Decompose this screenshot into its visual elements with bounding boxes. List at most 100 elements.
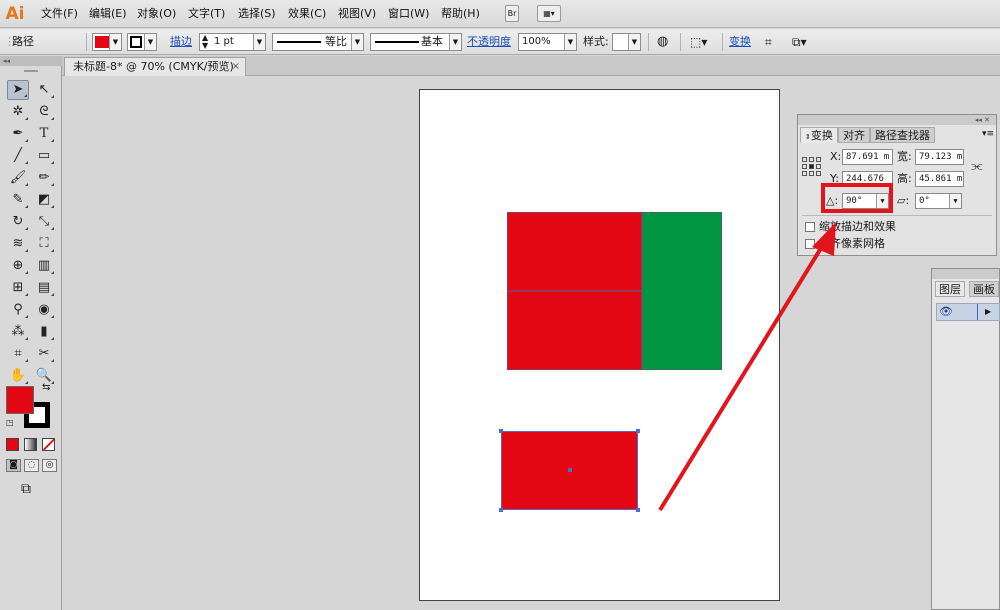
menu-type[interactable]: 文字(T)	[188, 6, 225, 22]
perspective-grid-tool-icon[interactable]: ▥	[33, 256, 55, 276]
artboard-tool-icon[interactable]: ⌗	[7, 344, 29, 364]
align-pixel-grid-checkbox[interactable]	[805, 239, 815, 249]
menu-view[interactable]: 视图(V)	[338, 6, 376, 22]
eraser-tool-icon[interactable]: ◩	[33, 190, 55, 210]
tab-layers[interactable]: 图层	[935, 281, 965, 297]
stroke-color-dropdown[interactable]: ▼	[127, 33, 157, 51]
none-mode-icon[interactable]	[42, 438, 56, 451]
selection-tool-icon[interactable]: ➤	[7, 80, 29, 100]
layer-row[interactable]: 👁 ▶	[936, 303, 1000, 321]
stroke-panel-link[interactable]: 描边	[170, 33, 192, 51]
isolate-icon[interactable]: ⌗	[765, 33, 772, 51]
eyedropper-tool-icon[interactable]: ⚲	[7, 300, 29, 320]
column-graph-tool-icon[interactable]: ▮	[33, 322, 55, 342]
graphic-style-dropdown[interactable]: ▼	[612, 33, 641, 51]
type-tool-icon[interactable]: T	[33, 124, 55, 144]
mesh-tool-icon[interactable]: ⊞	[7, 278, 29, 298]
free-transform-tool-icon[interactable]: ⛶	[33, 234, 55, 254]
panel-menu-icon[interactable]: ▾≡	[982, 126, 994, 142]
brush-definition-dropdown[interactable]: 基本 ▼	[370, 33, 462, 51]
gradient-tool-icon[interactable]: ▤	[33, 278, 55, 298]
paintbrush-tool-icon[interactable]: 🖌	[7, 168, 29, 188]
lasso-tool-icon[interactable]: ᘓ	[33, 102, 55, 122]
shape-builder-tool-icon[interactable]: ⊕	[7, 256, 29, 276]
menu-help[interactable]: 帮助(H)	[441, 6, 480, 22]
screen-mode-icon[interactable]: ⧉	[21, 481, 31, 497]
color-mode-icon[interactable]	[6, 438, 19, 451]
tab-artboards[interactable]: 画板	[969, 281, 999, 297]
chevron-down-icon: ▼	[449, 34, 461, 50]
eye-icon[interactable]: 👁	[939, 304, 953, 320]
chevron-down-icon: ▼	[628, 34, 640, 50]
expand-arrow-icon[interactable]: ▶	[985, 304, 991, 320]
scale-strokes-label: 缩放描边和效果	[819, 220, 896, 233]
rotate-tool-icon[interactable]: ↻	[7, 212, 29, 232]
fill-color-box[interactable]	[6, 386, 34, 414]
swap-fill-stroke-icon[interactable]: ⇆	[42, 382, 50, 393]
close-icon[interactable]: ×	[232, 58, 240, 75]
height-field[interactable]: 45.861 m	[915, 171, 964, 187]
tab-transform[interactable]: ⇕变换	[800, 127, 838, 143]
artboard[interactable]	[419, 89, 780, 601]
red-rectangle-top[interactable]	[507, 212, 642, 291]
selection-handle[interactable]	[636, 508, 640, 512]
menu-effect[interactable]: 效果(C)	[288, 6, 326, 22]
draw-inside-icon[interactable]: ◎	[42, 459, 57, 472]
gradient-mode-icon[interactable]	[24, 438, 37, 451]
collapse-icon[interactable]: ◂◂	[0, 56, 62, 66]
scale-strokes-checkbox[interactable]	[805, 222, 815, 232]
align-to-selection-icon[interactable]: ⬚▾	[690, 33, 707, 51]
line-tool-icon[interactable]: ╱	[7, 146, 29, 166]
tab-pathfinder[interactable]: 路径查找器	[870, 127, 935, 143]
hand-tool-icon[interactable]: ✋	[7, 366, 29, 386]
bridge-button[interactable]: Br	[505, 5, 519, 22]
selection-handle[interactable]	[499, 508, 503, 512]
blob-brush-tool-icon[interactable]: ✎	[7, 190, 29, 210]
red-rectangle-bottom[interactable]	[507, 291, 642, 370]
fill-color-dropdown[interactable]: ▼	[92, 33, 122, 51]
pencil-tool-icon[interactable]: ✏	[33, 168, 55, 188]
chevron-down-icon[interactable]: ▼	[949, 194, 961, 208]
transform-panel-link[interactable]: 变换	[729, 33, 751, 51]
magic-wand-tool-icon[interactable]: ✲	[7, 102, 29, 122]
slice-tool-icon[interactable]: ✂	[33, 344, 55, 364]
scale-tool-icon[interactable]: ⤡	[33, 212, 55, 232]
direct-selection-tool-icon[interactable]: ↖	[33, 80, 55, 100]
width-field[interactable]: 79.123 m	[915, 149, 964, 165]
variable-width-profile-dropdown[interactable]: 等比 ▼	[272, 33, 364, 51]
menu-select[interactable]: 选择(S)	[238, 6, 276, 22]
menu-edit[interactable]: 编辑(E)	[89, 6, 127, 22]
document-tab[interactable]: 未标题-8* @ 70% (CMYK/预览) ×	[64, 57, 246, 76]
blend-tool-icon[interactable]: ◉	[33, 300, 55, 320]
chevron-down-icon: ▼	[144, 34, 156, 50]
arrange-documents-button[interactable]: ▦▾	[537, 5, 561, 22]
rectangle-tool-icon[interactable]: ▭	[33, 146, 55, 166]
chevron-down-icon: ▼	[253, 34, 265, 50]
menu-file[interactable]: 文件(F)	[41, 6, 78, 22]
symbol-sprayer-tool-icon[interactable]: ⁂	[7, 322, 29, 342]
green-rectangle[interactable]	[642, 212, 722, 370]
draw-normal-icon[interactable]: ◙	[6, 459, 21, 472]
constrain-proportions-icon[interactable]: ⫘	[971, 159, 983, 175]
stepper-icon[interactable]: ▲ ▼	[202, 34, 208, 50]
opacity-field[interactable]: 100% ▼	[518, 33, 577, 51]
shear-field[interactable]: 0° ▼	[915, 193, 962, 209]
collapse-panel-icon[interactable]: ◂◂ ✕	[798, 115, 996, 125]
selected-red-rectangle[interactable]	[499, 429, 640, 512]
pen-tool-icon[interactable]: ✒	[7, 124, 29, 144]
selection-handle[interactable]	[499, 429, 503, 433]
default-fill-stroke-icon[interactable]: ◳	[6, 418, 14, 427]
panel-options-icon[interactable]: ⧉▾	[792, 33, 807, 51]
menu-object[interactable]: 对象(O)	[137, 6, 176, 22]
width-tool-icon[interactable]: ≋	[7, 234, 29, 254]
x-field[interactable]: 87.691 m	[842, 149, 893, 165]
stroke-weight-field[interactable]: ▲ ▼ 1 pt ▼	[199, 33, 266, 51]
draw-behind-icon[interactable]: ◌	[24, 459, 39, 472]
recolor-artwork-icon[interactable]: ◍	[657, 33, 668, 51]
opacity-panel-link[interactable]: 不透明度	[467, 33, 511, 51]
tab-align[interactable]: 对齐	[838, 127, 870, 143]
reference-point-locator[interactable]	[802, 157, 822, 177]
selection-handle[interactable]	[636, 429, 640, 433]
divider	[648, 33, 649, 51]
menu-window[interactable]: 窗口(W)	[388, 6, 429, 22]
